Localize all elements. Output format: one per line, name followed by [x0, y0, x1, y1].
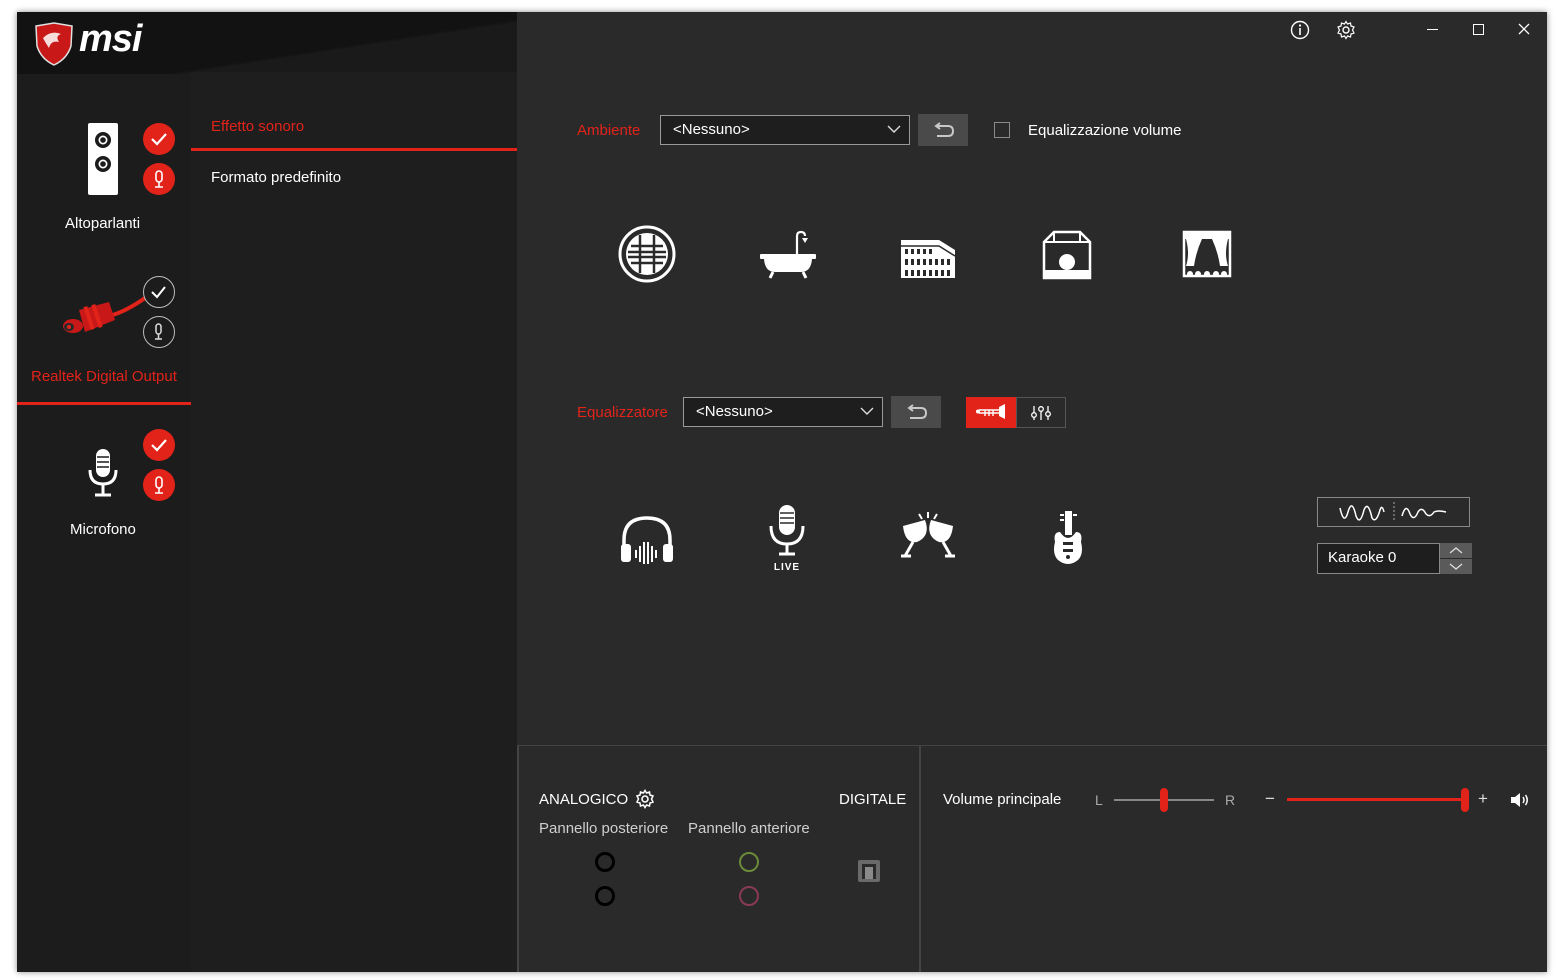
subnav-default-format[interactable]: Formato predefinito — [211, 169, 341, 186]
bottom-panel — [517, 745, 1547, 972]
equalizer-reset-button[interactable] — [891, 396, 941, 428]
balance-right-label: R — [1225, 792, 1236, 808]
headphones-icon[interactable] — [619, 514, 675, 566]
live-microphone-icon[interactable]: LIVE — [765, 504, 809, 580]
equalizer-presets-toggle[interactable] — [966, 397, 1016, 428]
karaoke-waveform-button[interactable] — [1317, 497, 1470, 527]
check-outline-badge — [143, 276, 175, 308]
karaoke-decrement-button[interactable] — [1440, 559, 1472, 574]
volume-slider-fill — [1287, 798, 1465, 801]
info-icon[interactable] — [1290, 20, 1310, 40]
device-label-digital-output[interactable]: Realtek Digital Output — [31, 368, 177, 385]
toast-glasses-icon[interactable] — [895, 510, 961, 562]
chevron-down-icon — [887, 125, 901, 133]
volume-plus-button[interactable]: + — [1478, 789, 1488, 809]
close-icon[interactable] — [1518, 23, 1530, 35]
bathtub-icon[interactable] — [759, 230, 817, 280]
equalizer-custom-toggle[interactable] — [1016, 397, 1066, 428]
chevron-down-icon — [1449, 563, 1463, 570]
chevron-down-icon — [860, 407, 874, 415]
subnav-sound-effect[interactable]: Effetto sonoro — [211, 118, 304, 135]
room-icon[interactable] — [1042, 230, 1092, 280]
default-comm-mic-badge — [143, 163, 175, 195]
sliders-icon — [1031, 406, 1051, 420]
main-volume-label: Volume principale — [943, 791, 1062, 808]
speaker-icon[interactable] — [87, 122, 119, 196]
rear-jack-1[interactable] — [595, 852, 615, 872]
equalizer-dropdown[interactable]: <Nessuno> — [683, 397, 883, 427]
app-window: msi Altoparlanti Realtek Digital Output — [17, 12, 1547, 972]
equalizer-label: Equalizzatore — [577, 404, 668, 421]
analog-settings-gear-icon[interactable] — [635, 789, 655, 809]
gear-icon[interactable] — [1336, 20, 1356, 40]
analog-label: ANALOGICO — [539, 791, 629, 808]
default-device-check-badge — [143, 123, 175, 155]
rear-panel-label: Pannello posteriore — [539, 820, 669, 837]
bottom-left-divider — [517, 745, 519, 972]
digital-cable-icon[interactable] — [59, 294, 147, 338]
undo-icon — [934, 122, 955, 137]
minimize-icon[interactable] — [1427, 29, 1438, 31]
ambiente-reset-button[interactable] — [918, 114, 968, 146]
mic-outline-badge — [143, 316, 175, 348]
speaker-volume-icon[interactable] — [1509, 791, 1531, 809]
active-device-underline — [17, 402, 191, 405]
volume-equalization-label[interactable]: Equalizzazione volume — [1028, 122, 1181, 139]
default-device-check-badge — [143, 429, 175, 461]
ambiente-dropdown-value: <Nessuno> — [673, 121, 750, 138]
sphere-icon[interactable] — [617, 224, 677, 284]
bottom-middle-divider — [919, 745, 921, 972]
front-panel-label: Pannello anteriore — [688, 820, 810, 837]
default-comm-mic-badge — [143, 469, 175, 501]
chevron-up-icon — [1449, 547, 1463, 554]
balance-left-label: L — [1095, 792, 1103, 808]
guitar-icon[interactable] — [1050, 510, 1086, 568]
karaoke-increment-button[interactable] — [1440, 543, 1472, 558]
karaoke-value-field[interactable]: Karaoke 0 — [1317, 543, 1440, 574]
rear-jack-2[interactable] — [595, 886, 615, 906]
device-label-speakers[interactable]: Altoparlanti — [65, 215, 140, 232]
balance-slider-knob[interactable] — [1160, 788, 1168, 812]
msi-logo-text: msi — [79, 18, 142, 60]
front-jack-mic[interactable] — [739, 886, 759, 906]
undo-icon — [907, 404, 928, 419]
colosseum-icon[interactable] — [899, 232, 957, 280]
ambiente-dropdown[interactable]: <Nessuno> — [660, 115, 910, 145]
subnav-active-underline — [191, 148, 517, 151]
theater-icon[interactable] — [1182, 230, 1232, 280]
ambiente-label: Ambiente — [577, 122, 641, 139]
sub-navigation — [191, 72, 517, 972]
microphone-icon[interactable] — [87, 448, 119, 498]
maximize-icon[interactable] — [1473, 24, 1484, 35]
equalizer-dropdown-value: <Nessuno> — [696, 403, 773, 420]
digital-label: DIGITALE — [839, 791, 907, 808]
trumpet-icon — [976, 404, 1005, 419]
front-jack-headphone[interactable] — [739, 852, 759, 872]
microphone-glyph — [769, 505, 805, 556]
msi-shield-logo — [35, 22, 73, 66]
device-label-microphone[interactable]: Microfono — [70, 521, 136, 538]
live-text: LIVE — [773, 562, 801, 573]
volume-slider-knob[interactable] — [1461, 788, 1469, 812]
waveform-icon — [1339, 502, 1447, 522]
spdif-port-icon[interactable] — [857, 859, 881, 883]
volume-equalization-checkbox[interactable] — [994, 122, 1010, 138]
title-band: msi — [17, 12, 517, 74]
volume-minus-button[interactable]: − — [1265, 789, 1275, 809]
